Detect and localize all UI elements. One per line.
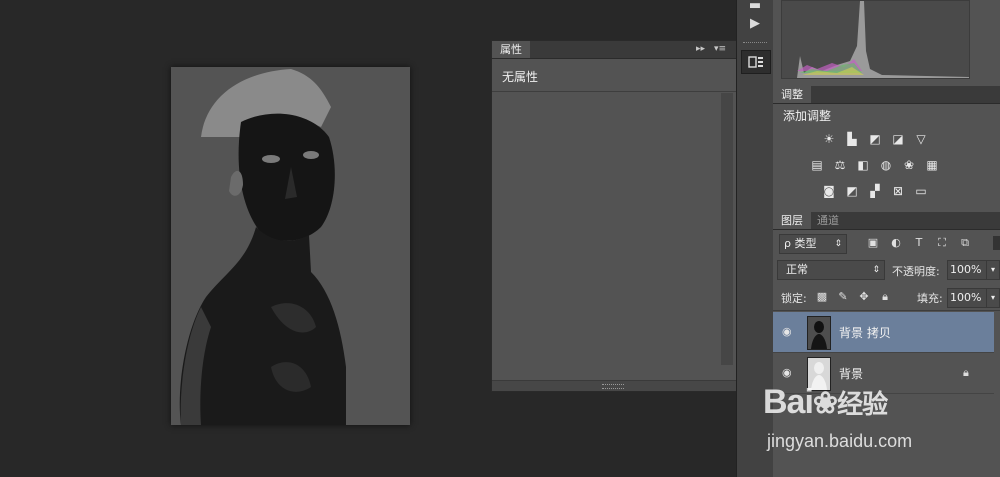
smart-object-filter-icon[interactable]: ⧉ (958, 236, 972, 250)
channel-mixer-icon[interactable]: ❀ (901, 158, 917, 172)
lock-position-icon[interactable]: ✥ (857, 290, 871, 303)
filter-label: ρ 类型 (784, 237, 817, 250)
watermark-brand: Bai (763, 383, 814, 421)
tab-channels[interactable]: 通道 (809, 212, 847, 229)
photo-filter-icon[interactable]: ◍ (878, 158, 894, 172)
fill-input[interactable]: 100% (947, 288, 987, 308)
layer-lock-icon: 🔒︎ (963, 366, 969, 379)
panel-menu-icon[interactable]: ▾≡ (714, 44, 726, 54)
histogram (781, 0, 970, 79)
visibility-eye-icon[interactable]: ◉ (782, 325, 792, 338)
color-balance-icon[interactable]: ⚖ (832, 158, 848, 172)
dropdown-arrow-icon: ⇕ (872, 265, 880, 275)
blend-mode-value: 正常 (786, 263, 808, 276)
layer-thumbnail (807, 316, 831, 350)
exposure-icon[interactable]: ◪ (890, 132, 906, 146)
color-lookup-icon[interactable]: ▦ (924, 158, 940, 172)
gradient-map-icon[interactable]: ▭ (913, 184, 929, 198)
adjustments-panel: 调整 添加调整 ☀ ▙ ◩ ◪ ▽ ▤ ⚖ ◧ ◍ ❀ ▦ ◙ ◩ ▞ ⊠ ▭ (773, 86, 1000, 206)
divider (492, 91, 736, 92)
blend-mode-select[interactable]: 正常 ⇕ (777, 260, 885, 280)
pixel-filter-icon[interactable]: ▣ (866, 236, 880, 249)
no-properties-text: 无属性 (502, 70, 539, 84)
adjustment-filter-icon[interactable]: ◐ (889, 236, 903, 249)
opacity-dropdown-icon[interactable]: ▾ (986, 260, 1000, 280)
visibility-eye-icon[interactable]: ◉ (782, 366, 792, 379)
histogram-graph (797, 1, 969, 78)
opacity-label: 不透明度: (892, 265, 940, 278)
fill-label: 填充: (917, 292, 943, 305)
tab-layers[interactable]: 图层 (773, 212, 811, 229)
properties-panel: 属性 ▸▸ ▾≡ 无属性 (491, 40, 737, 392)
dock-divider (743, 42, 767, 45)
brightness-icon[interactable]: ☀ (821, 132, 837, 146)
panel-resize-handle[interactable] (492, 380, 736, 391)
adjustments-title: 添加调整 (783, 109, 832, 123)
properties-dock-icon[interactable] (741, 50, 771, 74)
selective-color-icon[interactable]: ⊠ (890, 184, 906, 198)
filter-toggle[interactable] (993, 236, 1000, 250)
vibrance-icon[interactable]: ▽ (913, 132, 929, 146)
divider (773, 310, 1000, 311)
text-filter-icon[interactable]: T (912, 236, 926, 249)
layer-row-selected[interactable]: ◉ 背景 拷贝 (773, 312, 994, 353)
dropdown-arrow-icon: ⇕ (834, 239, 842, 249)
layer-filter-select[interactable]: ρ 类型 ⇕ (779, 234, 847, 254)
tab-adjustments[interactable]: 调整 (773, 86, 811, 103)
watermark-brand-suffix: 经验 (837, 389, 888, 419)
baidu-watermark: Bai❀经验 jingyan.baidu.com (763, 383, 1000, 453)
fill-dropdown-icon[interactable]: ▾ (986, 288, 1000, 308)
lock-brush-icon[interactable]: ✎ (836, 290, 850, 303)
tab-properties[interactable]: 属性 (492, 41, 530, 58)
properties-tabbar: 属性 ▸▸ ▾≡ (492, 41, 736, 59)
grip-icon (602, 384, 624, 389)
layers-tabbar: 图层 通道 (773, 212, 1000, 230)
layer-name[interactable]: 背景 (839, 365, 863, 382)
hue-saturation-icon[interactable]: ▤ (809, 158, 825, 172)
play-icon[interactable]: ▶ (741, 12, 769, 34)
curves-icon[interactable]: ◩ (867, 132, 883, 146)
opacity-input[interactable]: 100% (947, 260, 987, 280)
properties-scrollbar[interactable] (721, 93, 733, 365)
lock-transparency-icon[interactable]: ▩ (815, 290, 829, 303)
lock-all-icon[interactable]: 🔒︎ (878, 290, 892, 304)
paw-icon: ❀ (812, 387, 838, 420)
shape-filter-icon[interactable]: ⛶ (935, 236, 949, 250)
watermark-url: jingyan.baidu.com (767, 431, 913, 451)
lock-label: 锁定: (781, 292, 807, 305)
layer-name[interactable]: 背景 拷贝 (839, 324, 891, 341)
levels-icon[interactable]: ▙ (844, 132, 860, 146)
posterize-icon[interactable]: ◩ (844, 184, 860, 198)
collapse-panel-icon[interactable]: ▸▸ (696, 44, 705, 54)
adjustments-tabbar: 调整 (773, 86, 1000, 104)
document-image[interactable] (171, 67, 410, 425)
black-white-icon[interactable]: ◧ (855, 158, 871, 172)
threshold-icon[interactable]: ▞ (867, 184, 883, 198)
inverted-portrait-image (171, 67, 410, 425)
invert-icon[interactable]: ◙ (821, 184, 837, 198)
